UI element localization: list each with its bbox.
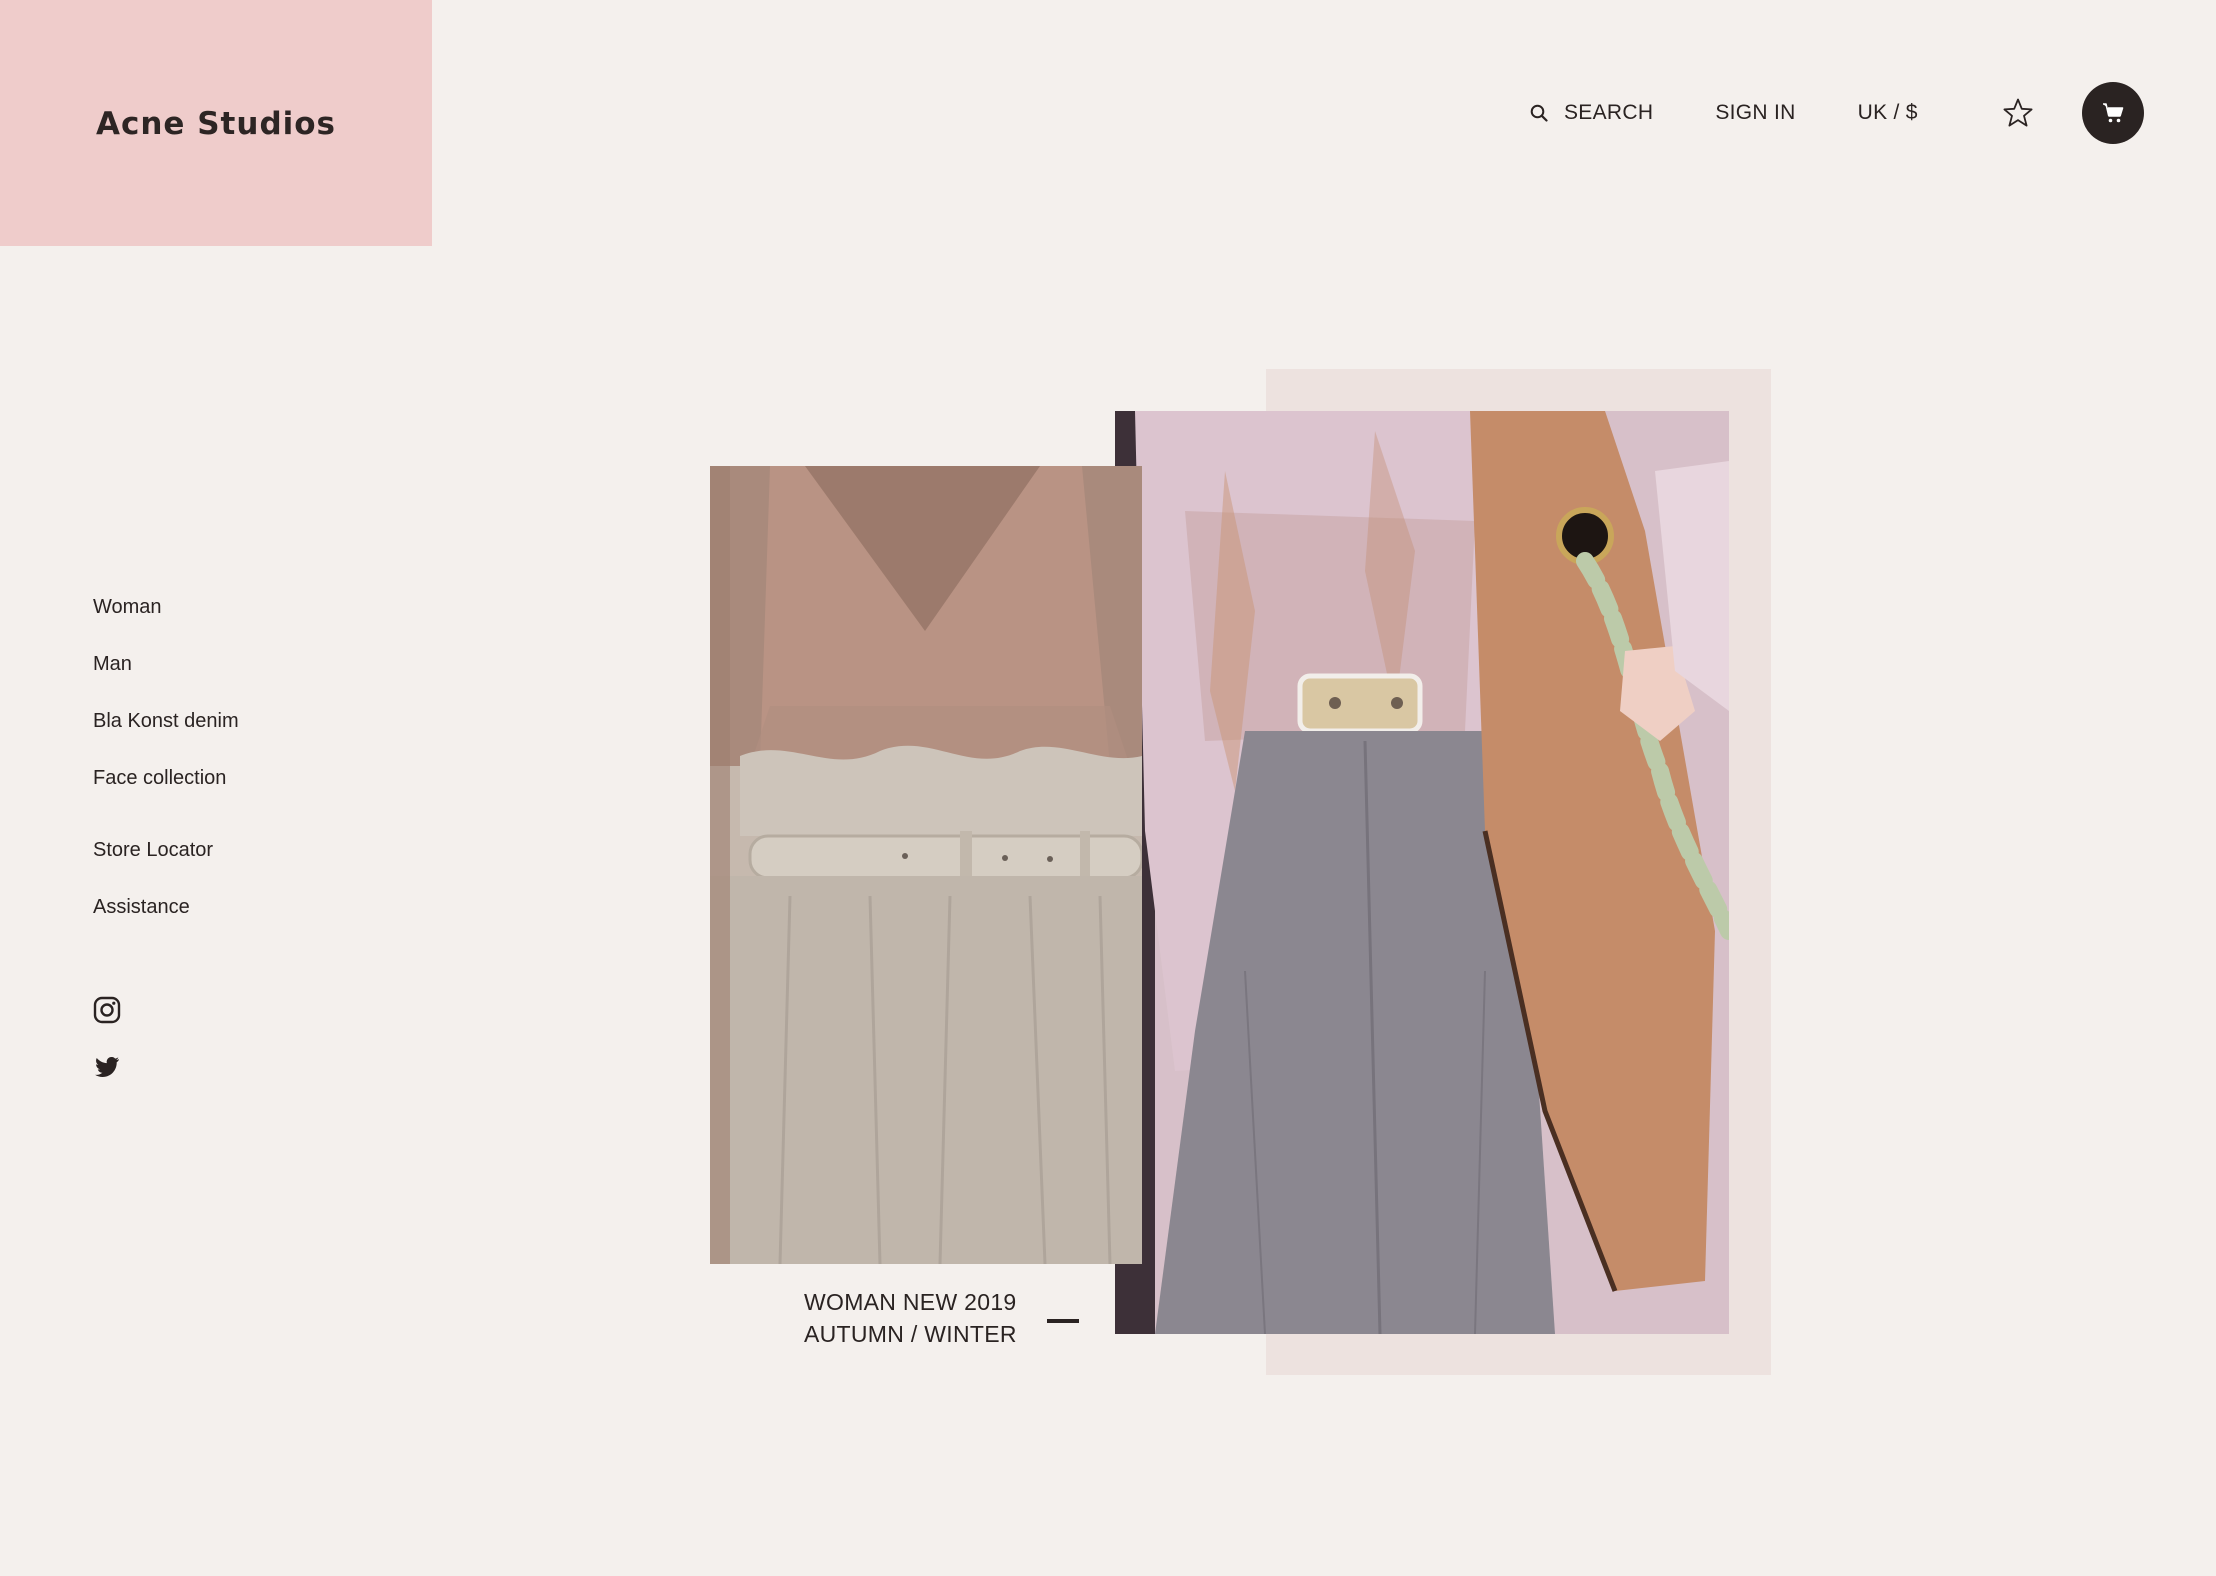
sidebar-item-assistance[interactable]: Assistance (93, 892, 239, 949)
sidebar-item-man[interactable]: Man (93, 649, 239, 706)
sign-in-link[interactable]: SIGN IN (1715, 101, 1795, 125)
search-icon (1530, 104, 1548, 122)
instagram-icon[interactable] (93, 996, 121, 1024)
hero-caption[interactable]: WOMAN NEW 2019 AUTUMN / WINTER (804, 1286, 1017, 1350)
cart-icon (2102, 103, 2124, 123)
sidebar-item-store-locator[interactable]: Store Locator (93, 835, 239, 892)
hero-caption-line1: WOMAN NEW 2019 (804, 1289, 1017, 1315)
search-button[interactable]: SEARCH (1530, 101, 1653, 125)
cart-button[interactable] (2081, 82, 2144, 144)
sidebar-item-bla-konst-denim[interactable]: Bla Konst denim (93, 706, 239, 763)
sidebar-item-face-collection[interactable]: Face collection (93, 763, 239, 820)
hero-caption-line2: AUTUMN / WINTER (804, 1321, 1017, 1347)
sidebar-nav: Woman Man Bla Konst denim Face collectio… (93, 592, 239, 949)
wishlist-button[interactable] (2002, 97, 2034, 129)
logo-block[interactable]: Acne Studios (0, 0, 432, 246)
social-links (93, 996, 121, 1110)
sidebar-item-woman[interactable]: Woman (93, 592, 239, 649)
hero-image-left[interactable] (710, 466, 1142, 1264)
hero-image-right[interactable] (1115, 411, 1729, 1334)
search-label: SEARCH (1564, 101, 1654, 124)
photo-right-illustration (1115, 411, 1729, 1334)
star-icon (2003, 98, 2033, 127)
caption-dash-divider (1047, 1319, 1079, 1323)
twitter-icon[interactable] (93, 1053, 121, 1081)
locale-selector[interactable]: UK / $ (1858, 101, 1918, 125)
header-nav: SEARCH SIGN IN UK / $ (1530, 82, 2144, 144)
photo-left-illustration (710, 466, 1142, 1264)
brand-logo[interactable]: Acne Studios (96, 106, 336, 142)
